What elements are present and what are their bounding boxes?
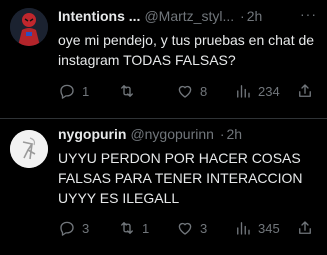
views-icon <box>237 85 250 98</box>
avatar[interactable] <box>10 8 48 46</box>
display-name[interactable]: Intentions ... <box>58 8 140 24</box>
tweet-text: oye mi pendejo, y tus pruebas en chat de… <box>58 32 315 68</box>
reply-button[interactable]: 1 <box>58 81 89 101</box>
user-handle[interactable]: @Martz_styl... <box>144 8 234 24</box>
reply-button[interactable]: 3 <box>58 218 89 238</box>
like-button[interactable]: 8 <box>176 81 207 101</box>
tweet-header: nygopurin @nygopurinn · 2h <box>58 126 321 146</box>
retweet-count: 1 <box>142 220 150 236</box>
retweet-button[interactable]: 1 <box>118 218 149 238</box>
like-button[interactable]: 3 <box>176 218 207 238</box>
tweet-divider <box>0 118 327 119</box>
share-icon <box>299 84 311 97</box>
share-button[interactable] <box>296 81 314 101</box>
share-button[interactable] <box>296 218 314 238</box>
like-count: 8 <box>200 83 208 99</box>
tweet-actions: 1 8 234 <box>56 81 321 101</box>
timestamp[interactable]: 2h <box>247 8 263 24</box>
user-handle[interactable]: @nygopurinn <box>130 126 214 142</box>
reply-icon <box>60 221 74 236</box>
avatar[interactable] <box>10 130 48 168</box>
reply-icon <box>60 84 74 99</box>
separator-dot: · <box>240 8 245 24</box>
tweet-1[interactable]: Intentions ... @Martz_styl... · 2h ··· oye… <box>0 0 327 120</box>
retweet-button[interactable] <box>118 81 142 101</box>
view-count: 345 <box>258 220 280 236</box>
separator-dot: · <box>219 126 225 142</box>
share-icon <box>299 221 311 234</box>
timestamp[interactable]: 2h <box>227 126 243 142</box>
tweet-text: UYYU PERDON POR HACER COSAS FALSAS PARA … <box>58 150 303 206</box>
heart-icon <box>178 222 192 235</box>
more-options-icon[interactable]: ··· <box>300 6 317 22</box>
views-icon <box>237 222 250 235</box>
views-button[interactable]: 345 <box>234 218 280 238</box>
retweet-icon <box>121 85 133 97</box>
views-button[interactable]: 234 <box>234 81 280 101</box>
heart-icon <box>178 85 192 98</box>
tweet-2[interactable]: nygopurin @nygopurinn · 2h UYYU PERDON POR… <box>0 120 327 255</box>
like-count: 3 <box>200 220 208 236</box>
tweet-actions: 3 1 3 345 <box>56 218 321 238</box>
reply-count: 3 <box>82 220 90 236</box>
retweet-icon <box>121 222 133 234</box>
reply-count: 1 <box>82 83 90 99</box>
tweet-header: Intentions ... @Martz_styl... · 2h ··· <box>58 6 321 28</box>
view-count: 234 <box>258 83 280 99</box>
display-name[interactable]: nygopurin <box>58 126 126 142</box>
